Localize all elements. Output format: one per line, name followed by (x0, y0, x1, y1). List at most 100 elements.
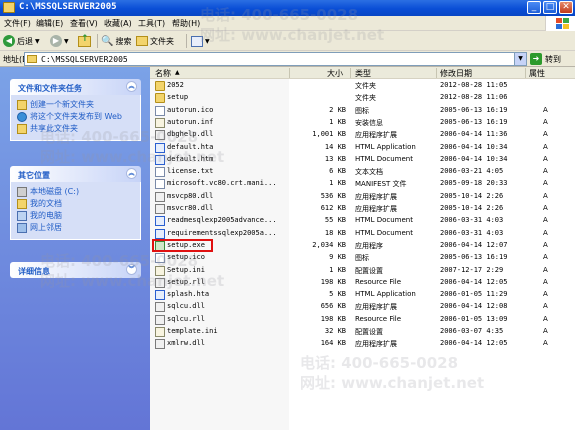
task-share-folder[interactable]: 共享此文件夹 (17, 124, 136, 134)
address-input[interactable]: C:\MSSQLSERVER2005 ▼ (24, 52, 527, 66)
file-row[interactable]: autorun.ico 2 KB 图标 2005-06-13 16:19 A (150, 105, 575, 117)
file-modified-date: 2006-04-14 12:05 (440, 339, 508, 348)
file-row[interactable]: requirementssqlexp2005a... 18 KB HTML Docu… (150, 228, 575, 240)
file-name: msvcr80.dll (167, 204, 214, 212)
file-row[interactable]: default.hta 14 KB HTML Application 2006-04-… (150, 142, 575, 154)
file-row[interactable]: license.txt 6 KB 文本文档 2006-03-21 4:05 A (150, 166, 575, 178)
menu-file[interactable]: 文件(F) (4, 18, 31, 29)
file-attributes: A (543, 216, 548, 225)
collapse-icon[interactable]: ︽ (126, 81, 137, 92)
sort-up-icon: ▲ (175, 69, 180, 76)
html-icon (155, 142, 165, 153)
file-modified-date: 2012-08-28 11:06 (440, 93, 508, 102)
file-modified-date: 2006-03-07 4:35 (440, 327, 504, 335)
panel-header[interactable]: 文件和文件夹任务 ︽ (10, 79, 141, 95)
panel-title: 其它位置 (18, 171, 50, 180)
menu-favorites[interactable]: 收藏(A) (104, 18, 132, 29)
file-row[interactable]: 2052 文件夹 2012-08-28 11:05 (150, 80, 575, 92)
html-icon (155, 228, 165, 239)
place-label: 本地磁盘 (C:) (30, 187, 80, 196)
hard-drive-icon (17, 187, 27, 197)
file-row[interactable]: microsoft.vc80.crt.mani... 1 KB MANIFEST 文… (150, 178, 575, 190)
file-size: 2 KB (329, 105, 346, 114)
file-name: sqlcu.dll (167, 302, 205, 311)
file-row[interactable]: setup.ico 9 KB 图标 2005-06-13 16:19 A (150, 252, 575, 264)
close-button[interactable]: ✕ (559, 1, 573, 14)
forward-button[interactable]: ▶ ▼ (50, 34, 69, 48)
file-attributes: A (543, 167, 548, 176)
column-header: 名称 ▲ 大小 类型 修改日期 属性 (150, 67, 575, 79)
search-button[interactable]: 🔍 搜索 (101, 34, 131, 48)
place-local-disk[interactable]: 本地磁盘 (C:) (17, 187, 136, 197)
file-row[interactable]: msvcr80.dll 612 KB 应用程序扩展 2005-10-14 2:26 A (150, 203, 575, 215)
place-my-documents[interactable]: 我的文档 (17, 199, 136, 209)
menu-help[interactable]: 帮助(H) (172, 18, 200, 29)
panel-header[interactable]: 其它位置 ︽ (10, 166, 141, 182)
expand-icon[interactable]: ︾ (126, 264, 137, 275)
menu-bar: 文件(F) 编辑(E) 查看(V) 收藏(A) 工具(T) 帮助(H) (0, 16, 575, 31)
column-size[interactable]: 大小 (327, 68, 343, 79)
file-attributes: A (543, 191, 548, 200)
file-size: 55 KB (324, 216, 346, 225)
collapse-icon[interactable]: ︽ (126, 168, 137, 179)
file-name: microsoft.vc80.crt.mani... (167, 179, 277, 188)
file-row[interactable]: readmesqlexp2005advance... 55 KB HTML Docu… (150, 215, 575, 227)
minimize-button[interactable]: _ (527, 1, 541, 14)
file-size: 6 KB (329, 167, 346, 176)
details-panel: 详细信息 ︾ (10, 262, 141, 278)
html-icon (155, 216, 165, 227)
file-row[interactable]: setup.exe 2,034 KB 应用程序 2006-04-14 12:07 A (150, 240, 575, 252)
file-row[interactable]: msvcp80.dll 536 KB 应用程序扩展 2005-10-14 2:26 A (150, 191, 575, 203)
go-button[interactable]: ➜ 转到 (530, 52, 572, 66)
column-name[interactable]: 名称 (155, 68, 171, 79)
file-modified-date: 2005-06-13 16:19 (440, 105, 508, 114)
task-publish-web[interactable]: 将这个文件夹发布到 Web (17, 112, 136, 122)
file-type: 应用程序扩展 (355, 192, 397, 201)
file-row[interactable]: setup 文件夹 2012-08-28 11:06 (150, 92, 575, 104)
menu-tools[interactable]: 工具(T) (138, 18, 165, 29)
chevron-down-icon[interactable]: ▼ (514, 53, 526, 65)
menu-edit[interactable]: 编辑(E) (36, 18, 63, 29)
file-row[interactable]: xmlrw.dll 164 KB 应用程序扩展 2006-04-14 12:05 A (150, 338, 575, 350)
file-row[interactable]: setup.rll 198 KB Resource File 2006-04-14 1… (150, 277, 575, 289)
panel-header[interactable]: 详细信息 ︾ (10, 262, 141, 278)
file-name: splash.hta (167, 290, 210, 299)
task-new-folder[interactable]: 创建一个新文件夹 (17, 100, 136, 110)
task-label: 将这个文件夹发布到 Web (30, 112, 122, 121)
up-folder-button[interactable]: ↑ (78, 34, 91, 48)
file-row[interactable]: sqlcu.dll 656 KB 应用程序扩展 2006-04-14 12:08 A (150, 301, 575, 313)
file-size: 1 KB (329, 265, 346, 274)
title-bar[interactable]: C:\MSSQLSERVER2005 _ □ ✕ (0, 0, 575, 16)
file-modified-date: 2005-10-14 2:26 (440, 204, 504, 212)
folders-button[interactable]: 文件夹 (136, 34, 174, 48)
views-button[interactable]: ▼ (191, 34, 210, 48)
column-type[interactable]: 类型 (355, 68, 371, 79)
file-attributes: A (543, 154, 548, 163)
file-name: license.txt (167, 167, 214, 176)
file-row[interactable]: default.htm 13 KB HTML Document 2006-04-14 … (150, 154, 575, 166)
back-button[interactable]: ◀ 后退 ▼ (3, 34, 40, 48)
file-row[interactable]: sqlcu.rll 198 KB Resource File 2006-01-05 1… (150, 314, 575, 326)
task-pane: 文件和文件夹任务 ︽ 创建一个新文件夹 将这个文件夹发布到 Web 共享此文件夹… (0, 67, 150, 430)
file-row[interactable]: autorun.inf 1 KB 安装信息 2005-06-13 16:19 A (150, 117, 575, 129)
file-modified-date: 2006-01-05 11:29 (440, 290, 508, 299)
file-row[interactable]: Setup.ini 1 KB 配置设置 2007-12-17 2:29 A (150, 265, 575, 277)
file-modified-date: 2006-01-05 13:09 (440, 314, 508, 323)
column-modified[interactable]: 修改日期 (440, 68, 472, 79)
place-my-computer[interactable]: 我的电脑 (17, 211, 136, 221)
folders-label: 文件夹 (150, 36, 174, 46)
file-size: 14 KB (324, 142, 346, 151)
file-modified-date: 2005-06-13 16:19 (440, 117, 508, 126)
maximize-button[interactable]: □ (543, 1, 557, 14)
file-name: default.htm (167, 154, 214, 163)
file-attributes: A (543, 130, 548, 139)
place-network[interactable]: 网上邻居 (17, 223, 136, 233)
file-attributes: A (543, 240, 548, 249)
column-attributes[interactable]: 属性 (529, 68, 545, 79)
dll-icon (155, 191, 165, 202)
file-icon (155, 179, 165, 190)
file-row[interactable]: dbghelp.dll 1,001 KB 应用程序扩展 2006-04-14 11:3… (150, 129, 575, 141)
file-row[interactable]: splash.hta 5 KB HTML Application 2006-01-05… (150, 289, 575, 301)
file-row[interactable]: template.ini 32 KB 配置设置 2006-03-07 4:35 A (150, 326, 575, 338)
menu-view[interactable]: 查看(V) (70, 18, 98, 29)
